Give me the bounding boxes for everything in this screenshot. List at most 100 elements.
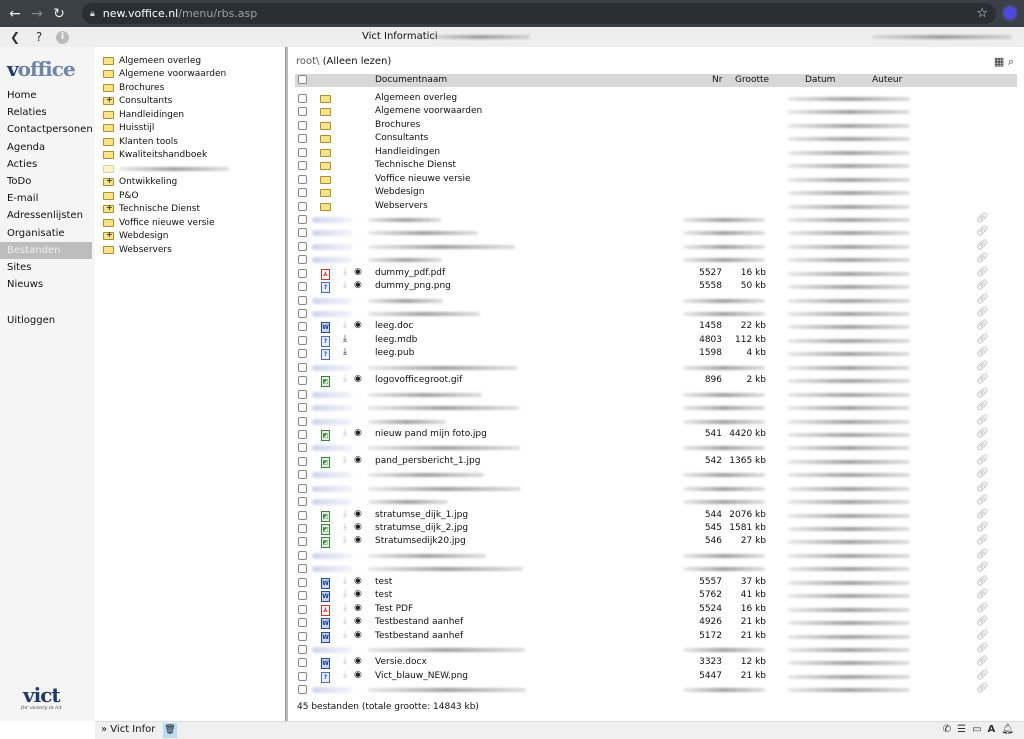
file-name[interactable]: leeg.pub (375, 348, 414, 358)
folder-icon[interactable] (320, 175, 331, 184)
row-checkbox[interactable] (298, 497, 307, 507)
folder-expand-icon[interactable] (103, 95, 114, 106)
list-icon[interactable]: ☰ (957, 724, 966, 735)
tree-folder[interactable]: Webservers (95, 243, 285, 257)
link-icon[interactable]: 🔗︎ (976, 630, 989, 641)
file-name[interactable]: Test PDF (375, 604, 413, 614)
row-checkbox[interactable] (298, 376, 307, 386)
link-icon[interactable]: 🔗︎ (976, 549, 989, 560)
row-checkbox[interactable] (298, 107, 307, 117)
row-checkbox[interactable] (298, 403, 307, 413)
tree-folder[interactable]: Algemeen overleg (95, 54, 285, 68)
file-name[interactable]: stratumse_dijk_2.jpg (375, 523, 468, 533)
tree-folder[interactable]: Klanten tools (95, 135, 285, 149)
tree-folder[interactable]: Kwaliteitshandboek (95, 149, 285, 163)
tree-folder[interactable]: Consultants (95, 95, 285, 109)
menu-item-organisatie[interactable]: Organisatie (0, 225, 92, 242)
trash-icon[interactable]: 🗑︎ (163, 723, 177, 738)
preview-eye-icon[interactable]: ◉ (354, 656, 362, 666)
folder-name[interactable]: Webservers (375, 201, 428, 211)
row-checkbox[interactable] (298, 577, 307, 587)
link-icon[interactable]: 🔗︎ (976, 603, 989, 614)
folder-icon[interactable] (320, 162, 331, 171)
logout-link[interactable]: Uitloggen (0, 312, 92, 329)
link-icon[interactable]: 🔗︎ (976, 670, 989, 681)
back-icon[interactable]: ❮ (6, 30, 24, 44)
menu-item-agenda[interactable]: Agenda (0, 139, 92, 156)
tree-folder[interactable]: Webdesign (95, 230, 285, 244)
preview-eye-icon[interactable]: ◉ (354, 576, 362, 586)
file-name[interactable]: leeg.mdb (375, 335, 417, 345)
row-checkbox[interactable] (298, 282, 307, 292)
folder-expand-icon[interactable] (103, 203, 114, 214)
download-icon[interactable]: ⤓ (343, 374, 347, 384)
folder-name[interactable]: Webdesign (375, 187, 424, 197)
link-icon[interactable]: 🔗︎ (976, 267, 989, 278)
row-checkbox[interactable] (298, 658, 307, 668)
row-checkbox[interactable] (298, 537, 307, 547)
folder-name[interactable]: Brochures (375, 120, 420, 130)
link-icon[interactable]: 🔗︎ (976, 213, 989, 224)
preview-eye-icon[interactable]: ◉ (354, 603, 362, 613)
row-checkbox[interactable] (298, 255, 307, 265)
row-checkbox[interactable] (298, 604, 307, 614)
preview-eye-icon[interactable]: ◉ (354, 455, 362, 465)
download-icon[interactable]: ⤓ (343, 603, 347, 613)
row-checkbox[interactable] (298, 510, 307, 520)
row-checkbox[interactable] (298, 147, 307, 157)
link-icon[interactable]: 🔗︎ (976, 522, 989, 533)
column-date[interactable]: Datum (805, 75, 835, 85)
preview-eye-icon[interactable]: ◉ (354, 670, 362, 680)
row-checkbox[interactable] (298, 443, 307, 453)
column-author[interactable]: Auteur (872, 75, 902, 85)
preview-eye-icon[interactable]: ◉ (354, 280, 362, 290)
file-name[interactable]: test (375, 577, 392, 587)
folder-name[interactable]: Technische Dienst (375, 160, 456, 170)
link-icon[interactable]: 🔗︎ (976, 374, 989, 385)
row-checkbox[interactable] (298, 134, 307, 144)
folder-name[interactable]: Handleidingen (375, 147, 440, 157)
folder-icon[interactable] (320, 108, 331, 117)
file-name[interactable]: test (375, 590, 392, 600)
row-checkbox[interactable] (298, 671, 307, 681)
file-name[interactable]: Versie.docx (375, 657, 427, 667)
breadcrumb-root[interactable]: root\ (296, 56, 319, 67)
download-icon[interactable]: ⤓ (343, 670, 347, 680)
row-checkbox[interactable] (298, 201, 307, 211)
row-checkbox[interactable] (298, 416, 307, 426)
browser-back-icon[interactable]: ← (4, 6, 26, 22)
download-icon[interactable]: ⤓ (343, 347, 347, 357)
menu-item-todo[interactable]: ToDo (0, 173, 92, 190)
file-name[interactable]: dummy_png.png (375, 281, 451, 291)
folder-icon[interactable] (320, 148, 331, 157)
row-checkbox[interactable] (298, 550, 307, 560)
row-checkbox[interactable] (298, 591, 307, 601)
folder-name[interactable]: Algemeen overleg (375, 93, 457, 103)
row-checkbox[interactable] (298, 429, 307, 439)
row-checkbox[interactable] (298, 241, 307, 251)
folder-expand-icon[interactable] (103, 230, 114, 241)
row-checkbox[interactable] (298, 631, 307, 641)
row-checkbox[interactable] (298, 228, 307, 238)
folder-expand-icon[interactable] (103, 176, 114, 187)
link-icon[interactable]: 🔗︎ (976, 482, 989, 493)
tree-folder[interactable]: P&O (95, 189, 285, 203)
menu-item-e-mail[interactable]: E-mail (0, 190, 92, 207)
help-icon[interactable]: ? (30, 30, 48, 44)
file-name[interactable]: stratumse_dijk_1.jpg (375, 510, 468, 520)
file-name[interactable]: Stratumsedijk20.jpg (375, 536, 466, 546)
link-icon[interactable]: 🔗︎ (976, 334, 989, 345)
file-name[interactable]: Vict_blauw_NEW.png (375, 671, 468, 681)
preview-eye-icon[interactable]: ◉ (354, 616, 362, 626)
row-checkbox[interactable] (298, 214, 307, 224)
row-checkbox[interactable] (298, 188, 307, 198)
row-checkbox[interactable] (298, 644, 307, 654)
tree-folder[interactable]: Brochures (95, 81, 285, 95)
row-checkbox[interactable] (298, 456, 307, 466)
row-checkbox[interactable] (298, 362, 307, 372)
link-icon[interactable]: 🔗︎ (976, 455, 989, 466)
folder-icon[interactable] (320, 202, 331, 211)
link-icon[interactable]: 🔗︎ (976, 656, 989, 667)
browser-reload-icon[interactable]: ↻ (48, 6, 70, 22)
row-checkbox[interactable] (298, 524, 307, 533)
